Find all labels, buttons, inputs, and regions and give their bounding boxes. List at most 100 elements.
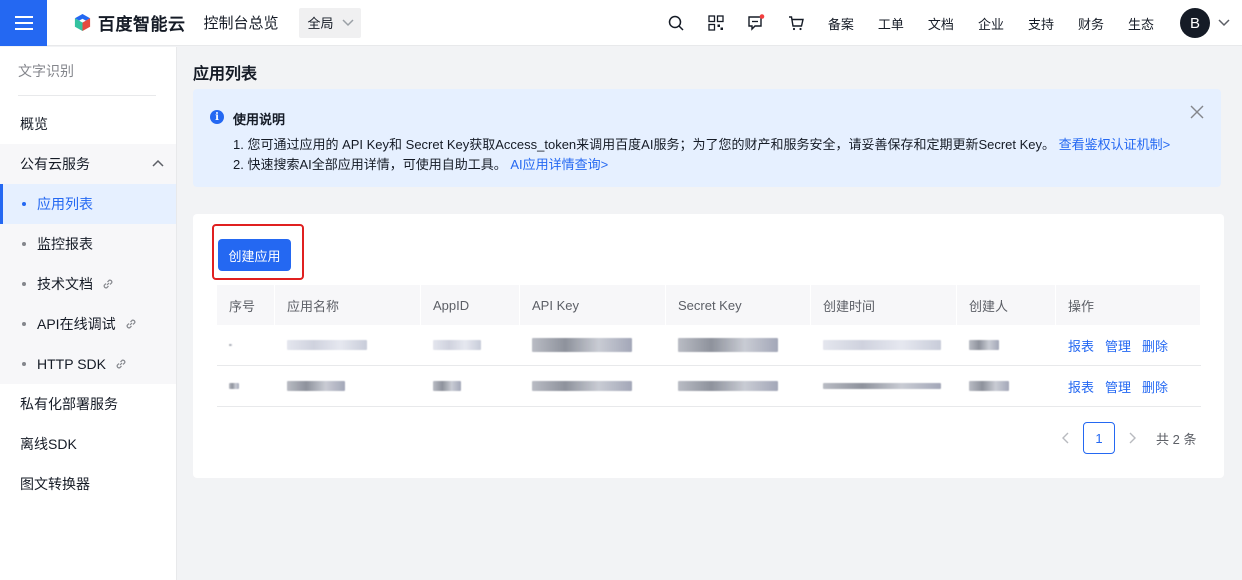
nav-beian[interactable]: 备案 (816, 14, 866, 33)
sidebar-item-label: 公有云服务 (20, 156, 90, 172)
chevron-down-icon[interactable] (1218, 19, 1230, 27)
pagination: 1 共 2 条 (1056, 422, 1196, 454)
external-link-icon (126, 319, 136, 329)
sidebar-item-public-cloud[interactable]: 公有云服务 (0, 144, 176, 184)
chevron-left-icon[interactable] (1056, 432, 1076, 444)
usage-notice: i 使用说明 1. 您可通过应用的 API Key和 Secret Key获取A… (193, 89, 1221, 187)
table-row: 报表 管理 删除 (217, 325, 1201, 366)
cell-creator-redacted (957, 366, 1056, 406)
sidebar-item-app-list[interactable]: 应用列表 (0, 184, 176, 224)
cell-api-key-redacted (520, 325, 666, 365)
delete-link[interactable]: 删除 (1142, 377, 1168, 396)
console-overview-link[interactable]: 控制台总览 (204, 12, 279, 33)
sidebar-item-overview[interactable]: 概览 (0, 104, 176, 144)
chevron-down-icon (342, 18, 354, 26)
nav-enterprise[interactable]: 企业 (966, 14, 1016, 33)
chevron-right-icon[interactable] (1122, 432, 1142, 444)
report-link[interactable]: 报表 (1068, 336, 1094, 355)
message-icon (748, 14, 765, 31)
sidebar-header: 文字识别 (18, 63, 74, 79)
sidebar-item-api-debug[interactable]: API在线调试 (0, 304, 176, 344)
notice-line-2: 2. 快速搜索AI全部应用详情，可使用自助工具。 AI应用详情查询> (233, 154, 608, 173)
sidebar-item-offline-sdk[interactable]: 离线SDK (0, 424, 176, 464)
create-app-button[interactable]: 创建应用 (218, 239, 291, 271)
column-header-app-name: 应用名称 (275, 285, 421, 325)
cell-app-name-redacted (275, 325, 421, 365)
column-header-appid: AppID (421, 285, 520, 325)
sidebar-item-label: HTTP SDK (37, 356, 106, 372)
column-header-created-time: 创建时间 (811, 285, 957, 325)
sidebar-item-tech-docs[interactable]: 技术文档 (0, 264, 176, 304)
sidebar-group-public-cloud: 公有云服务 应用列表 监控报表 技术文档 API在线调试 HTTP SDK (0, 144, 176, 384)
menu-toggle-button[interactable] (0, 0, 47, 46)
cart-button[interactable] (776, 0, 816, 46)
external-link-icon (103, 279, 113, 289)
nav-ecosystem[interactable]: 生态 (1116, 14, 1166, 33)
notice-title: 使用说明 (233, 112, 286, 127)
chevron-up-icon (152, 159, 164, 167)
sidebar-item-private-deploy[interactable]: 私有化部署服务 (0, 384, 176, 424)
nav-ticket[interactable]: 工单 (866, 14, 916, 33)
bullet-dot (22, 362, 26, 366)
user-avatar[interactable]: B (1180, 8, 1210, 38)
notice-line-1: 1. 您可通过应用的 API Key和 Secret Key获取Access_t… (233, 134, 1170, 153)
close-icon[interactable] (1190, 105, 1204, 119)
cell-appid-redacted (421, 325, 520, 365)
cube-logo-icon (74, 13, 91, 32)
sidebar-item-http-sdk[interactable]: HTTP SDK (0, 344, 176, 384)
manage-link[interactable]: 管理 (1105, 336, 1131, 355)
nav-docs[interactable]: 文档 (916, 14, 966, 33)
brand-name: 百度智能云 (98, 15, 186, 34)
table-header: 序号 应用名称 AppID API Key Secret Key 创建时间 创建… (217, 285, 1201, 325)
column-header-secret-key: Secret Key (666, 285, 811, 325)
region-label: 全局 (307, 16, 334, 31)
search-icon (668, 15, 684, 31)
qrcode-button[interactable] (696, 0, 736, 46)
sidebar-item-monitor-report[interactable]: 监控报表 (0, 224, 176, 264)
bullet-dot (22, 242, 26, 246)
cell-created-time-redacted (811, 325, 957, 365)
nav-finance[interactable]: 财务 (1066, 14, 1116, 33)
region-selector[interactable]: 全局 (298, 7, 361, 38)
app-detail-query-link[interactable]: AI应用详情查询> (510, 157, 608, 172)
message-button[interactable] (736, 0, 776, 46)
delete-link[interactable]: 删除 (1142, 336, 1168, 355)
sidebar-item-label: 监控报表 (37, 236, 93, 252)
cart-icon (788, 16, 804, 31)
total-count: 共 2 条 (1156, 431, 1197, 447)
brand-logo[interactable]: 百度智能云 (73, 10, 186, 35)
column-header-actions: 操作 (1056, 285, 1201, 325)
cell-index-redacted (217, 325, 275, 365)
nav-support[interactable]: 支持 (1016, 14, 1066, 33)
page-number-button[interactable]: 1 (1083, 422, 1115, 454)
column-header-api-key: API Key (520, 285, 666, 325)
cell-actions: 报表 管理 删除 (1056, 366, 1201, 406)
cell-created-time-redacted (811, 366, 957, 406)
sidebar-item-label: 应用列表 (37, 196, 93, 212)
app-table: 序号 应用名称 AppID API Key Secret Key 创建时间 创建… (217, 285, 1201, 407)
external-link-icon (116, 359, 126, 369)
cell-actions: 报表 管理 删除 (1056, 325, 1201, 365)
sidebar-item-label: 技术文档 (37, 276, 93, 292)
search-button[interactable] (656, 0, 696, 46)
column-header-creator: 创建人 (957, 285, 1056, 325)
bullet-dot (22, 282, 26, 286)
hamburger-icon (14, 21, 33, 24)
auth-mechanism-link[interactable]: 查看鉴权认证机制> (1059, 137, 1171, 152)
manage-link[interactable]: 管理 (1105, 377, 1131, 396)
cell-api-key-redacted (520, 366, 666, 406)
notice-text-2: 2. 快速搜索AI全部应用详情，可使用自助工具。 (233, 157, 507, 172)
cell-app-name-redacted (275, 366, 421, 406)
bullet-dot (22, 322, 26, 326)
report-link[interactable]: 报表 (1068, 377, 1094, 396)
notice-text-1: 1. 您可通过应用的 API Key和 Secret Key获取Access_t… (233, 137, 1056, 152)
cell-creator-redacted (957, 325, 1056, 365)
sidebar-item-label: API在线调试 (37, 316, 116, 332)
sidebar-divider (18, 95, 156, 96)
top-right-actions: 备案 工单 文档 企业 支持 财务 生态 B (656, 0, 1242, 46)
sidebar-item-converter[interactable]: 图文转换器 (0, 464, 176, 504)
top-navigation-bar: 百度智能云 控制台总览 全局 备案 工单 文档 企业 支持 财务 生态 B (0, 0, 1242, 46)
page-title: 应用列表 (193, 66, 258, 83)
cell-secret-key-redacted (666, 366, 811, 406)
cell-appid-redacted (421, 366, 520, 406)
